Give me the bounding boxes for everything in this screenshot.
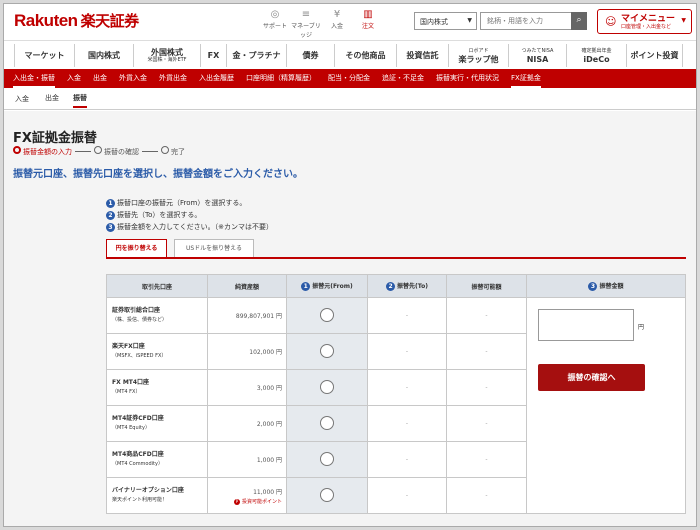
global-nav: マーケット 国内株式 外国株式 米国株・海外ETF FX 金・プラチナ 債券 その… <box>14 44 694 67</box>
from-radio-4[interactable] <box>320 415 334 430</box>
subnav-transfer-status[interactable]: 振替実行・代用状況 <box>436 69 499 88</box>
subnav-withdraw[interactable]: 出金 <box>93 69 107 88</box>
order-icon: ▥ <box>363 9 373 20</box>
search-icon: ⌕ <box>576 15 582 25</box>
from-radio-5[interactable] <box>320 451 334 466</box>
nav-point-investment[interactable]: ポイント投資 <box>627 44 683 67</box>
deposit-icon: ¥ <box>333 9 341 20</box>
nav-foreign-stock[interactable]: 外国株式 米国株・海外ETF <box>134 44 201 67</box>
step-2: 振替の確認 <box>94 146 139 157</box>
step-3: 完了 <box>161 146 185 157</box>
transfer-amount-input[interactable] <box>538 309 634 341</box>
subnav-fx-deposit[interactable]: 外貨入金 <box>119 69 147 88</box>
nav-fx[interactable]: FX <box>201 44 227 67</box>
tab-usd[interactable]: USドルを振り替える <box>174 239 254 257</box>
step-indicator: 振替金額の入力 振替の確認 完了 <box>13 146 185 157</box>
order-link[interactable]: ▥ 注文 <box>353 9 383 39</box>
table-row: 証券取引総合口座 （株、投信、債券など） 899,807,901 円 - - 円 … <box>106 297 686 514</box>
support-link[interactable]: ◎ サポート <box>260 9 290 39</box>
tab-transfer[interactable]: 振替 <box>73 93 87 108</box>
instruction-2: 2 振替先（To）を選択する。 <box>106 209 273 221</box>
currency-tabs: 円を振り替える USドルを振り替える <box>106 239 686 259</box>
sub-nav: 入出金・振替 入金 出金 外貨入金 外貨出金 入出金履歴 口座明細（精算履歴） … <box>4 69 696 88</box>
nav-ideco[interactable]: 確定拠出年金 iDeCo <box>567 44 627 67</box>
market-select[interactable]: 国内株式 ▼ <box>414 12 477 30</box>
instruction-1: 1 振替口座の振替元（From）を選択する。 <box>106 197 273 209</box>
tab-withdraw[interactable]: 出金 <box>45 93 59 103</box>
subnav-fx-margin[interactable]: FX証拠金 <box>511 69 541 88</box>
instruction-3: 3 振替金額を入力してください。（※カンマは不要） <box>106 221 273 233</box>
money-bridge-icon: ≡ <box>301 9 311 20</box>
third-nav: 入金 出金 振替 <box>4 88 696 197</box>
search-input[interactable] <box>481 13 571 29</box>
mymenu-button[interactable]: ☺ マイメニュー 口座管理・入出金など ▼ <box>597 9 692 34</box>
nav-domestic-stock[interactable]: 国内株式 <box>75 44 134 67</box>
nav-rakuwrap[interactable]: ロボアド 楽ラップ他 <box>449 44 509 67</box>
subnav-margin-call[interactable]: 追証・不足金 <box>382 69 424 88</box>
page-title: FX証拠金振替 <box>13 131 97 146</box>
table-header: 取引先口座 純資産額 1 振替元(From) 2 振替先(To) 振替可能額 3 振替… <box>106 274 686 298</box>
transfer-table: 取引先口座 純資産額 1 振替元(From) 2 振替先(To) 振替可能額 3 振替… <box>106 274 686 514</box>
from-radio-1[interactable] <box>320 307 334 322</box>
chevron-down-icon: ▼ <box>467 17 472 24</box>
tab-jpy[interactable]: 円を振り替える <box>106 239 167 257</box>
nav-market[interactable]: マーケット <box>14 44 75 67</box>
point-icon: P <box>233 498 240 505</box>
nav-other-products[interactable]: その他商品 <box>335 44 397 67</box>
site-header: Rakuten 楽天証券 ◎ サポート ≡ マネーブリッジ ¥ 入金 ▥ 注文 国内株式 ▼… <box>4 4 696 41</box>
subnav-fx-withdraw[interactable]: 外貨出金 <box>159 69 187 88</box>
header-icon-links: ◎ サポート ≡ マネーブリッジ ¥ 入金 ▥ 注文 <box>260 9 384 39</box>
main-content: FX証拠金振替 振替金額の入力 振替の確認 完了 振替元口座、振替先口座を選択し… <box>4 111 696 526</box>
search-box <box>480 12 572 30</box>
from-radio-3[interactable] <box>320 379 334 394</box>
nav-gold-platinum[interactable]: 金・プラチナ <box>227 44 287 67</box>
deposit-link[interactable]: ¥ 入金 <box>322 9 352 39</box>
instructions: 1 振替口座の振替元（From）を選択する。 2 振替先（To）を選択する。 3 振替… <box>106 197 273 233</box>
lead-text: 振替元口座、振替先口座を選択し、振替金額をご入力ください。 <box>13 169 303 180</box>
search-button[interactable]: ⌕ <box>571 12 587 30</box>
chevron-down-icon: ▼ <box>681 17 686 24</box>
person-icon: ☺ <box>605 15 617 28</box>
from-radio-2[interactable] <box>320 343 334 358</box>
nav-mutual-funds[interactable]: 投資信託 <box>397 44 449 67</box>
rakuten-logo[interactable]: Rakuten 楽天証券 <box>14 10 139 31</box>
tab-deposit[interactable]: 入金 <box>15 94 29 104</box>
subnav-history[interactable]: 入出金履歴 <box>199 69 234 88</box>
confirm-transfer-button[interactable]: 振替の確認へ <box>538 364 645 391</box>
money-bridge-link[interactable]: ≡ マネーブリッジ <box>291 9 321 39</box>
subnav-statement[interactable]: 口座明細（精算履歴） <box>246 69 316 88</box>
from-radio-6[interactable] <box>320 487 334 502</box>
support-icon: ◎ <box>270 9 280 20</box>
subnav-deposit[interactable]: 入金 <box>67 69 81 88</box>
nav-bonds[interactable]: 債券 <box>287 44 335 67</box>
point-badge: P 投資可能ポイント <box>233 498 282 505</box>
browser-frame: Rakuten 楽天証券 ◎ サポート ≡ マネーブリッジ ¥ 入金 ▥ 注文 国内株式 ▼… <box>3 3 697 527</box>
subnav-deposit-transfer[interactable]: 入出金・振替 <box>13 69 55 88</box>
nav-nisa[interactable]: つみたてNISA NISA <box>509 44 567 67</box>
step-1: 振替金額の入力 <box>13 146 72 157</box>
subnav-dividends[interactable]: 配当・分配金 <box>328 69 370 88</box>
